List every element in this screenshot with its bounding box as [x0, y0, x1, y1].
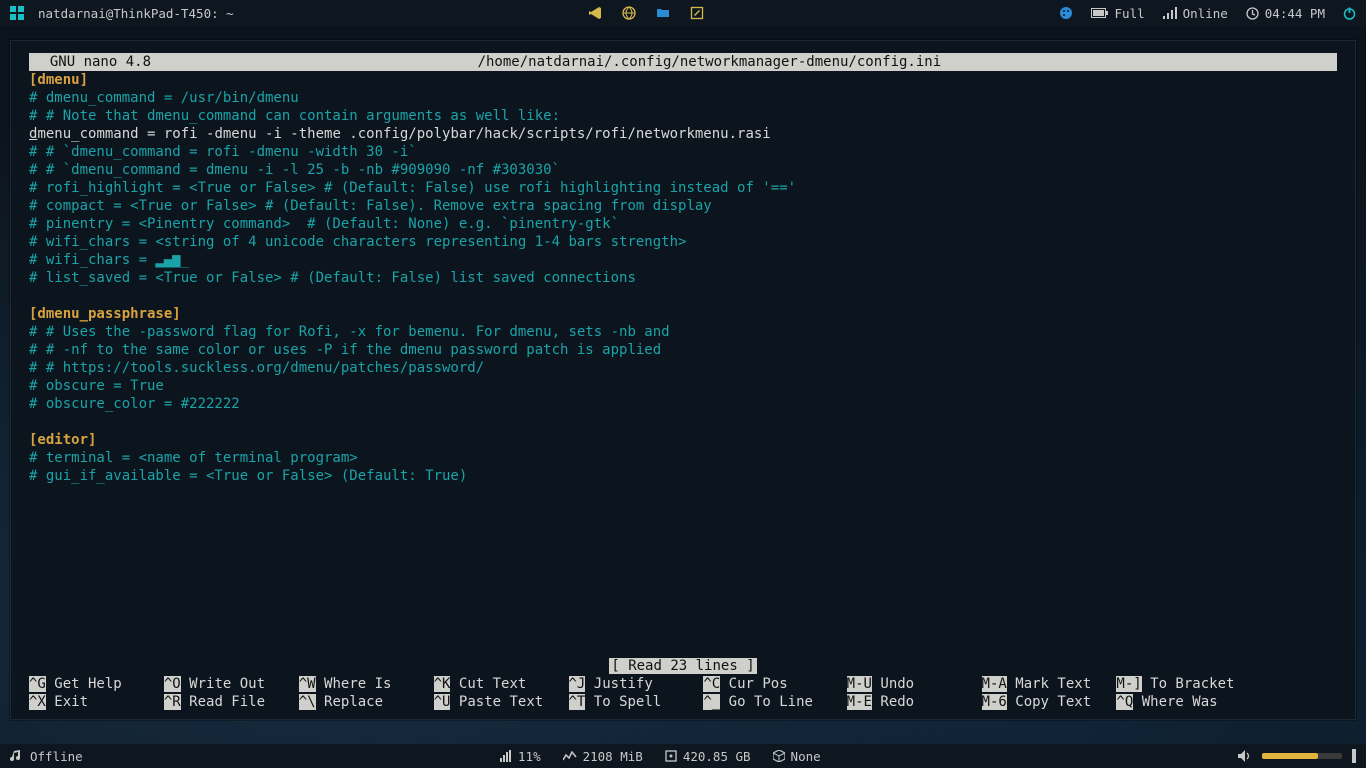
volume-icon[interactable] — [1238, 750, 1252, 762]
power-icon[interactable] — [1343, 7, 1356, 20]
clock[interactable]: 04:44 PM — [1246, 6, 1325, 21]
time-label: 04:44 PM — [1265, 6, 1325, 21]
editor-area[interactable]: [dmenu]# dmenu_command = /usr/bin/dmenu#… — [29, 71, 1337, 657]
nano-app-name: GNU nano 4.8 — [33, 53, 151, 71]
volume-knob[interactable] — [1352, 749, 1356, 763]
updates-status[interactable]: None — [773, 749, 821, 764]
memory-usage[interactable]: 2108 MiB — [563, 749, 643, 764]
shortcut-row-2: ^X Exit ^R Read File ^\ Replace ^U Paste… — [29, 693, 1337, 711]
nano-file-path: /home/natdarnai/.config/networkmanager-d… — [478, 53, 942, 71]
package-icon — [773, 750, 785, 762]
shortcut-row-1: ^G Get Help ^O Write Out ^W Where Is ^K … — [29, 675, 1337, 693]
memory-icon — [563, 751, 577, 761]
globe-icon[interactable] — [622, 6, 636, 20]
nano-status: [ Read 23 lines ] — [29, 657, 1337, 675]
network-status[interactable]: Online — [1163, 6, 1228, 21]
edit-icon[interactable] — [690, 6, 704, 20]
battery-status[interactable]: Full — [1091, 6, 1145, 21]
battery-icon — [1091, 8, 1109, 18]
vscode-icon[interactable] — [588, 6, 602, 20]
palette-icon[interactable] — [1059, 6, 1073, 20]
signal-icon — [1163, 7, 1177, 19]
cpu-icon — [500, 750, 512, 762]
workspace-icon[interactable] — [10, 6, 24, 20]
window-title[interactable]: natdarnai@ThinkPad-T450: ~ — [38, 6, 234, 21]
volume-slider[interactable] — [1262, 753, 1342, 759]
network-label: Online — [1183, 6, 1228, 21]
battery-label: Full — [1115, 6, 1145, 21]
top-bar: natdarnai@ThinkPad-T450: ~ Full Online 0… — [0, 0, 1366, 26]
clock-icon — [1246, 7, 1259, 20]
disk-icon — [665, 750, 677, 762]
cpu-usage[interactable]: 11% — [500, 749, 541, 764]
music-icon[interactable] — [10, 750, 22, 762]
disk-usage[interactable]: 420.85 GB — [665, 749, 751, 764]
music-status: Offline — [30, 749, 83, 764]
folder-icon[interactable] — [656, 6, 670, 20]
terminal-window[interactable]: GNU nano 4.8 /home/natdarnai/.config/net… — [10, 40, 1356, 720]
bottom-bar: Offline 11% 2108 MiB 420.85 GB None — [0, 744, 1366, 768]
nano-titlebar: GNU nano 4.8 /home/natdarnai/.config/net… — [29, 53, 1337, 71]
